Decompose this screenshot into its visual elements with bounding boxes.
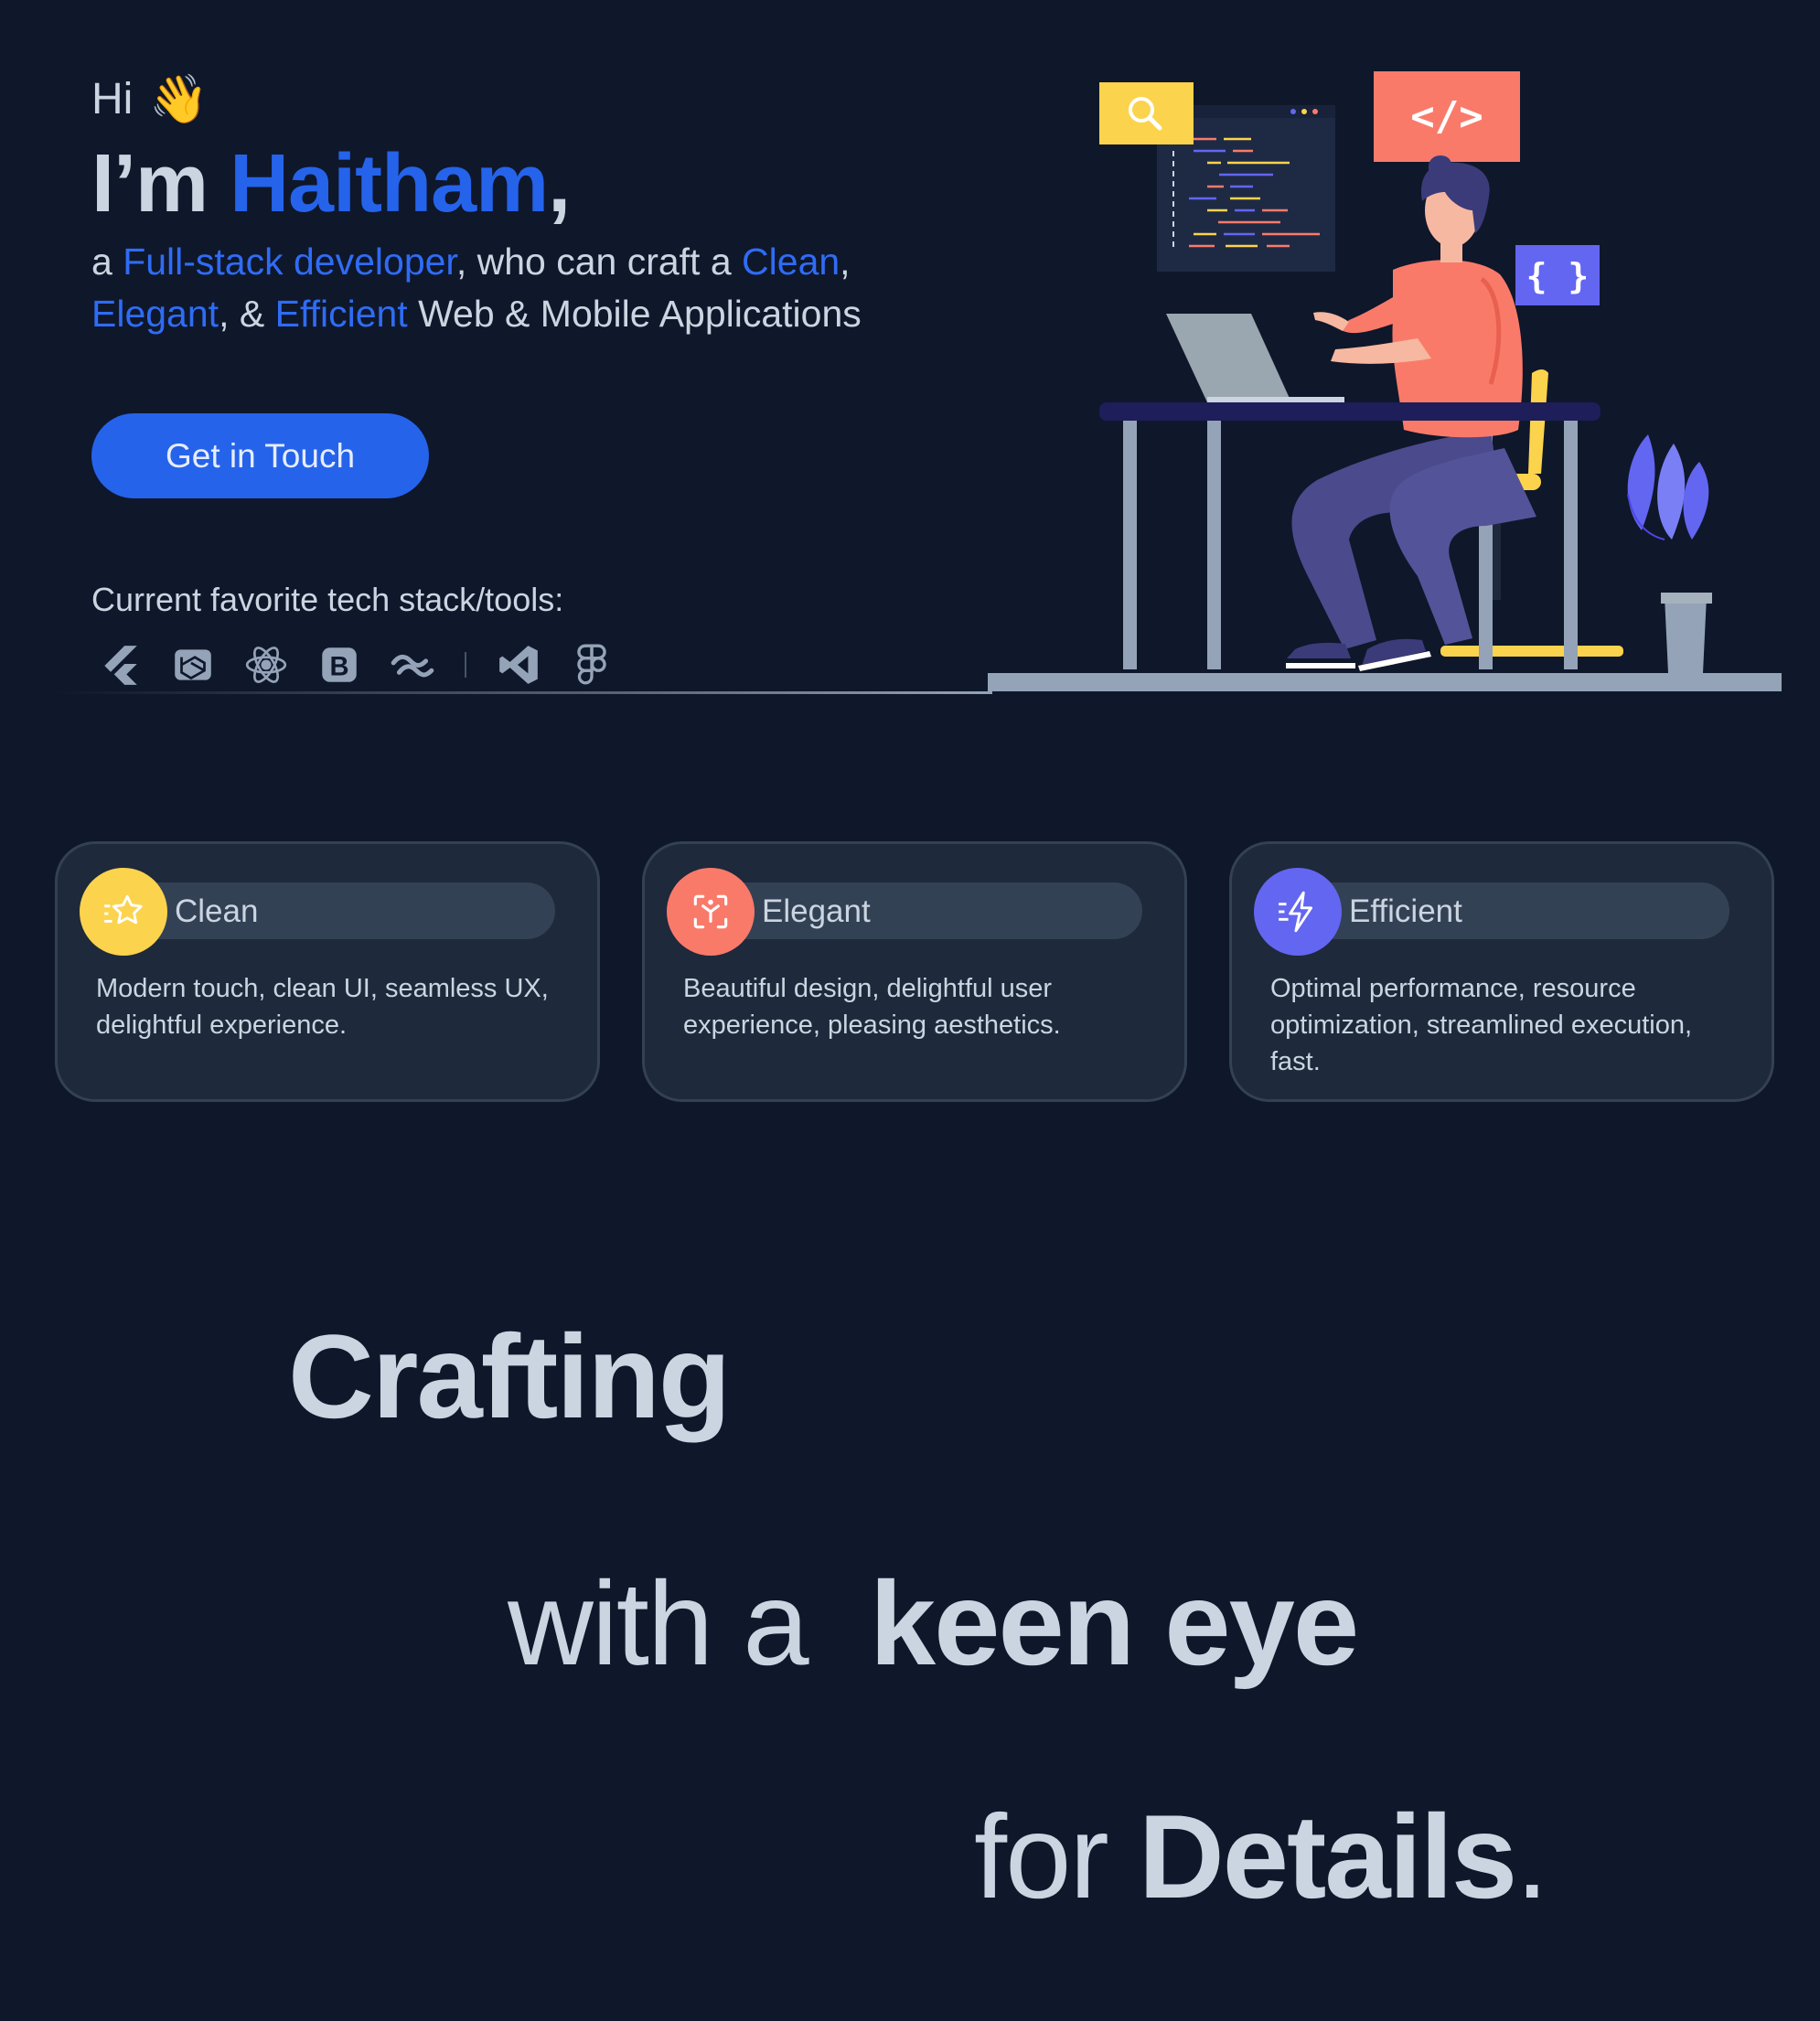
tagline-text: a bbox=[91, 241, 123, 283]
plant-icon bbox=[1627, 434, 1712, 673]
card-title: Clean bbox=[175, 893, 259, 929]
flutter-icon[interactable] bbox=[95, 640, 145, 690]
bootstrap-icon[interactable]: B bbox=[315, 640, 364, 690]
card-title: Elegant bbox=[762, 893, 871, 929]
tagline-quality-clean: Clean bbox=[742, 241, 840, 283]
svg-text:</>: </> bbox=[1410, 93, 1483, 140]
get-in-touch-button[interactable]: Get in Touch bbox=[91, 413, 429, 498]
tagline-text: , & bbox=[219, 293, 275, 335]
svg-text:B: B bbox=[329, 652, 348, 681]
tech-stack-label: Current favorite tech stack/tools: bbox=[91, 581, 564, 618]
card-title: Efficient bbox=[1349, 893, 1462, 929]
feature-card-efficient: Efficient Optimal performance, resource … bbox=[1229, 841, 1774, 1102]
laravel-icon[interactable] bbox=[168, 640, 218, 690]
intro-suffix: , bbox=[548, 138, 571, 230]
tagline-text: , who can craft a bbox=[455, 241, 743, 283]
card-description: Beautiful design, delightful user experi… bbox=[683, 974, 1061, 1040]
tagline-role: Full-stack developer bbox=[123, 241, 456, 283]
statement-line-2: with a keen eye bbox=[508, 1555, 1359, 1692]
laptop bbox=[1166, 314, 1344, 404]
statement-line-1: Crafting bbox=[288, 1308, 731, 1445]
search-icon bbox=[1099, 82, 1194, 144]
feature-card-clean: Clean Modern touch, clean UI, seamless U… bbox=[55, 841, 600, 1102]
statement-period: . bbox=[1515, 1790, 1548, 1923]
statement-for: for bbox=[974, 1790, 1109, 1923]
tech-stack-list: B bbox=[95, 640, 616, 690]
card-description: Optimal performance, resource optimizati… bbox=[1270, 974, 1693, 1076]
tagline-text: , bbox=[840, 241, 851, 283]
tagline-quality-efficient: Efficient bbox=[274, 293, 408, 335]
tailwind-icon[interactable] bbox=[388, 640, 437, 690]
statement-keen-eye: keen eye bbox=[869, 1556, 1359, 1690]
tagline-text: Web & Mobile Applications bbox=[407, 293, 862, 335]
tagline: a Full-stack developer, who can craft a … bbox=[91, 236, 951, 340]
developer-illustration: </> { } bbox=[988, 71, 1782, 691]
page-title: I’m Haitham, bbox=[91, 137, 571, 231]
figma-icon[interactable] bbox=[567, 640, 616, 690]
divider bbox=[465, 652, 466, 678]
intro-prefix: I’m bbox=[91, 138, 209, 230]
star-sparkle-icon bbox=[80, 868, 167, 956]
card-description: Modern touch, clean UI, seamless UX, del… bbox=[96, 974, 549, 1040]
statement-with-a: with a bbox=[508, 1556, 809, 1690]
ground-line bbox=[55, 691, 992, 694]
focus-frame-icon bbox=[667, 868, 755, 956]
statement-details: Details bbox=[1138, 1790, 1517, 1923]
greeting: Hi 👋 bbox=[91, 71, 209, 127]
developer-name: Haitham bbox=[230, 138, 549, 230]
statement-line-3: for Details. bbox=[974, 1788, 1548, 1925]
svg-text:{ }: { } bbox=[1526, 256, 1590, 296]
bolt-speed-icon bbox=[1254, 868, 1342, 956]
statement-crafting: Crafting bbox=[288, 1310, 731, 1443]
code-tag-icon: </> bbox=[1374, 71, 1520, 162]
braces-icon: { } bbox=[1515, 245, 1600, 305]
waving-hand-icon: 👋 bbox=[149, 72, 209, 127]
vscode-icon[interactable] bbox=[494, 640, 543, 690]
react-icon[interactable] bbox=[241, 640, 291, 690]
greeting-text: Hi bbox=[91, 75, 134, 123]
feature-card-elegant: Elegant Beautiful design, delightful use… bbox=[642, 841, 1187, 1102]
tagline-quality-elegant: Elegant bbox=[91, 293, 219, 335]
